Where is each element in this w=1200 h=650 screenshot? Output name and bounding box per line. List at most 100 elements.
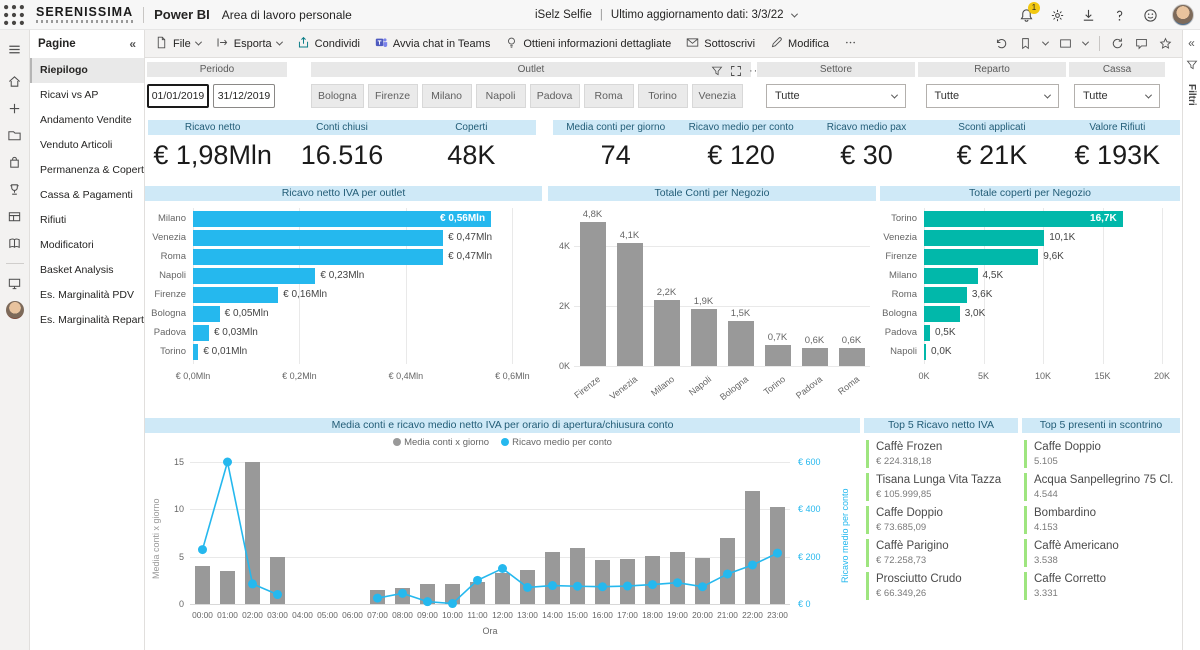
sidebar-page-item[interactable]: Andamento Vendite (30, 108, 144, 133)
rail-user-avatar[interactable] (6, 301, 24, 319)
insights-button[interactable]: Ottieni informazioni dettagliate (505, 36, 671, 52)
periodo-start-input[interactable] (147, 84, 209, 108)
sidebar-page-item[interactable]: Rifiuti (30, 208, 144, 233)
export-button[interactable]: Esporta (216, 36, 282, 52)
subscribe-button[interactable]: Sottoscrivi (686, 36, 755, 52)
line-data-point[interactable] (248, 579, 257, 588)
line-data-point[interactable] (673, 578, 682, 587)
share-button[interactable]: Condividi (297, 36, 360, 52)
browse-icon[interactable] (2, 122, 28, 148)
bar-padova[interactable] (193, 325, 209, 341)
user-avatar[interactable] (1172, 4, 1194, 26)
settore-dropdown[interactable]: Tutte (766, 84, 906, 108)
bar-bologna[interactable] (728, 321, 754, 366)
bar-venezia[interactable] (924, 230, 1044, 246)
outlet-button[interactable]: Roma (584, 84, 634, 108)
sidebar-page-item[interactable]: Venduto Articoli (30, 133, 144, 158)
line-data-point[interactable] (523, 583, 532, 592)
reparto-dropdown[interactable]: Tutte (926, 84, 1059, 108)
line-data-point[interactable] (198, 545, 207, 554)
outlet-button[interactable]: Padova (530, 84, 580, 108)
outlet-button[interactable]: Venezia (692, 84, 743, 108)
line-data-point[interactable] (423, 597, 432, 606)
sidebar-page-item[interactable]: Riepilogo (30, 58, 144, 83)
focus-icon[interactable] (730, 65, 742, 77)
sidebar-page-item[interactable]: Basket Analysis (30, 258, 144, 283)
line-data-point[interactable] (648, 580, 657, 589)
line-data-point[interactable] (623, 582, 632, 591)
help-icon[interactable] (1110, 6, 1128, 24)
bar-padova[interactable] (802, 348, 828, 366)
funnel-icon[interactable] (711, 65, 723, 77)
more-button[interactable] (844, 36, 857, 52)
teams-button[interactable]: Avvia chat in Teams (375, 36, 490, 52)
profile-icon[interactable] (2, 297, 28, 323)
outlet-button[interactable]: Milano (422, 84, 472, 108)
undo-icon[interactable] (995, 37, 1008, 50)
bar-napoli[interactable] (691, 309, 717, 366)
create-icon[interactable] (2, 95, 28, 121)
home-icon[interactable] (2, 68, 28, 94)
bar-firenze[interactable] (193, 287, 278, 303)
chevron-down-icon[interactable] (1042, 39, 1049, 46)
outlet-button[interactable]: Napoli (476, 84, 526, 108)
bar-bologna[interactable] (193, 306, 220, 322)
bar-roma[interactable] (839, 348, 865, 366)
line-data-point[interactable] (573, 582, 582, 591)
line-data-point[interactable] (723, 569, 732, 578)
line-data-point[interactable] (773, 549, 782, 558)
app-launcher-icon[interactable] (0, 0, 28, 30)
bar-milano[interactable] (654, 300, 680, 366)
apps-icon[interactable] (2, 270, 28, 296)
feedback-smiley-icon[interactable] (1141, 6, 1159, 24)
line-data-point[interactable] (398, 589, 407, 598)
workspaces-icon[interactable] (2, 203, 28, 229)
outlet-button[interactable]: Bologna (311, 84, 364, 108)
edit-button[interactable]: Modifica (770, 36, 829, 52)
settings-gear-icon[interactable] (1048, 6, 1066, 24)
download-icon[interactable] (1079, 6, 1097, 24)
bar-firenze[interactable] (924, 249, 1038, 265)
bar-milano[interactable] (924, 268, 978, 284)
view-icon[interactable] (1059, 37, 1072, 50)
menu-icon[interactable] (2, 36, 28, 62)
outlet-button[interactable]: Torino (638, 84, 688, 108)
bar-venezia[interactable] (617, 243, 643, 366)
comment-icon[interactable] (1135, 37, 1148, 50)
line-data-point[interactable] (223, 458, 232, 467)
line-data-point[interactable] (748, 560, 757, 569)
sidebar-page-item[interactable]: Ricavi vs AP (30, 83, 144, 108)
bar-roma[interactable] (193, 249, 443, 265)
sidebar-page-item[interactable]: Es. Marginalità PDV (30, 283, 144, 308)
expand-filters-icon[interactable]: « (1188, 36, 1195, 50)
sidebar-page-item[interactable]: Permanenza & Coperti (30, 158, 144, 183)
sidebar-page-item[interactable]: Cassa & Pagamenti (30, 183, 144, 208)
outlet-button[interactable]: Firenze (368, 84, 418, 108)
line-data-point[interactable] (498, 564, 507, 573)
line-data-point[interactable] (598, 582, 607, 591)
bookmark-icon[interactable] (1019, 37, 1032, 50)
learn-icon[interactable] (2, 230, 28, 256)
funnel-icon[interactable] (1186, 58, 1198, 76)
sidebar-page-item[interactable]: Modificatori (30, 233, 144, 258)
goals-icon[interactable] (2, 176, 28, 202)
bar-napoli[interactable] (924, 344, 926, 360)
bar-napoli[interactable] (193, 268, 315, 284)
bar-firenze[interactable] (580, 222, 606, 366)
star-icon[interactable] (1159, 37, 1172, 50)
sidebar-page-item[interactable]: Es. Marginalità Reparto (30, 308, 144, 333)
report-title[interactable]: iSelz Selfie (535, 9, 592, 21)
refresh-icon[interactable] (1111, 37, 1124, 50)
chevron-down-icon[interactable] (1082, 39, 1089, 46)
line-data-point[interactable] (548, 581, 557, 590)
line-data-point[interactable] (273, 590, 282, 599)
bar-torino[interactable] (193, 344, 198, 360)
data-hub-icon[interactable] (2, 149, 28, 175)
chevron-down-icon[interactable] (790, 10, 797, 17)
line-data-point[interactable] (698, 582, 707, 591)
line-data-point[interactable] (448, 599, 457, 608)
line-data-point[interactable] (473, 576, 482, 585)
cassa-dropdown[interactable]: Tutte (1074, 84, 1160, 108)
bar-venezia[interactable] (193, 230, 443, 246)
bar-roma[interactable] (924, 287, 967, 303)
